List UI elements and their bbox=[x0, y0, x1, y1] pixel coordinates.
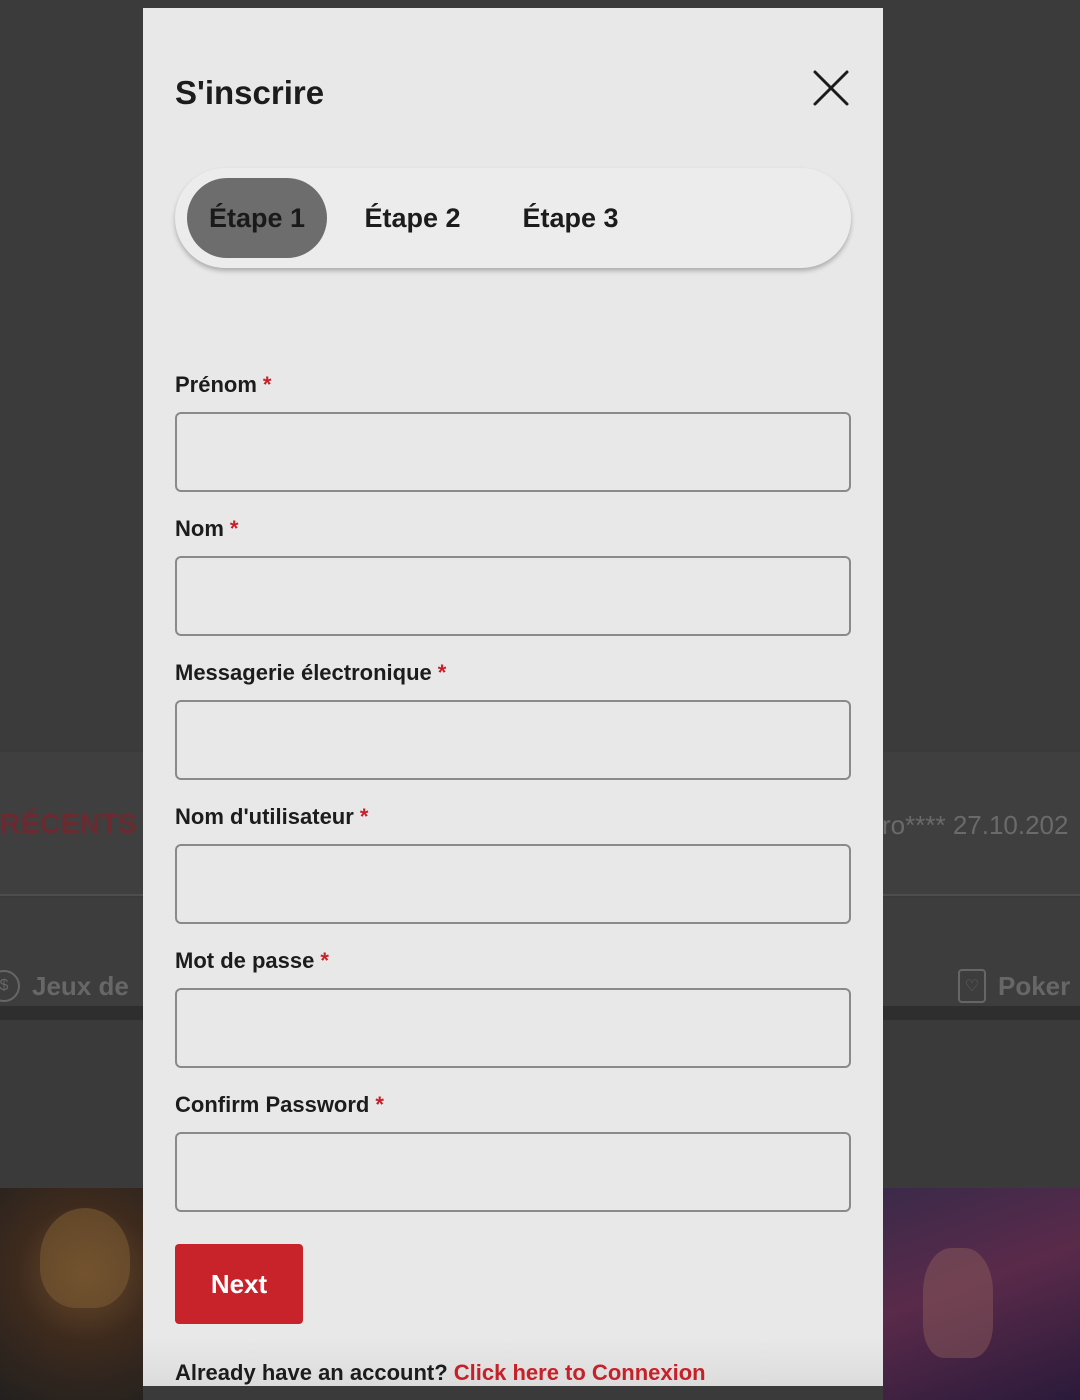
category-item-poker[interactable]: ♡ Poker bbox=[958, 966, 1070, 1006]
username-label: Nom d'utilisateur * bbox=[175, 804, 368, 830]
close-button[interactable] bbox=[811, 68, 851, 108]
signup-modal: S'inscrire Étape 1 Étape 2 Étape 3 Préno… bbox=[143, 8, 883, 1386]
tab-step-2[interactable]: Étape 2 bbox=[345, 178, 480, 258]
dollar-coin-icon: $ bbox=[0, 970, 20, 1002]
ticker-entry: ro**** 27.10.202 bbox=[882, 810, 1069, 840]
field-label-text: Prénom bbox=[175, 372, 257, 397]
login-prompt: Already have an account? Click here to C… bbox=[175, 1360, 706, 1386]
game-tile-thumbnail[interactable] bbox=[0, 1188, 143, 1400]
modal-title: S'inscrire bbox=[175, 74, 325, 111]
category-item-jeux[interactable]: $ Jeux de bbox=[0, 968, 129, 1004]
last-name-label: Nom * bbox=[175, 516, 238, 542]
field-label-text: Messagerie électronique bbox=[175, 660, 432, 685]
category-label: Jeux de bbox=[32, 970, 129, 1001]
confirm-password-label: Confirm Password * bbox=[175, 1092, 384, 1118]
password-field[interactable] bbox=[175, 988, 851, 1068]
confirm-password-field[interactable] bbox=[175, 1132, 851, 1212]
field-label-text: Nom bbox=[175, 516, 224, 541]
category-label: Poker bbox=[998, 970, 1071, 1001]
playing-card-icon: ♡ bbox=[958, 969, 986, 1003]
login-link[interactable]: Click here to Connexion bbox=[454, 1360, 706, 1385]
field-label-text: Mot de passe bbox=[175, 948, 315, 973]
field-label-text: Confirm Password bbox=[175, 1092, 370, 1117]
ticker-label: RÉCENTS bbox=[0, 808, 138, 839]
required-marker: * bbox=[437, 660, 447, 685]
login-prompt-text: Already have an account? bbox=[175, 1360, 448, 1385]
field-label-text: Nom d'utilisateur bbox=[175, 804, 354, 829]
required-marker: * bbox=[229, 516, 239, 541]
required-marker: * bbox=[359, 804, 369, 829]
username-field[interactable] bbox=[175, 844, 851, 924]
next-button[interactable]: Next bbox=[175, 1244, 303, 1324]
first-name-label: Prénom * bbox=[175, 372, 271, 398]
required-marker: * bbox=[375, 1092, 384, 1117]
tab-step-3[interactable]: Étape 3 bbox=[503, 178, 638, 258]
email-label: Messagerie électronique * bbox=[175, 660, 446, 686]
close-icon bbox=[813, 70, 849, 106]
game-tile-thumbnail[interactable] bbox=[883, 1188, 1080, 1400]
password-label: Mot de passe * bbox=[175, 948, 329, 974]
first-name-field[interactable] bbox=[175, 412, 851, 492]
step-tabs: Étape 1 Étape 2 Étape 3 bbox=[175, 168, 851, 268]
email-field[interactable] bbox=[175, 700, 851, 780]
required-marker: * bbox=[262, 372, 272, 397]
required-marker: * bbox=[320, 948, 329, 973]
tab-step-1[interactable]: Étape 1 bbox=[187, 178, 327, 258]
last-name-field[interactable] bbox=[175, 556, 851, 636]
